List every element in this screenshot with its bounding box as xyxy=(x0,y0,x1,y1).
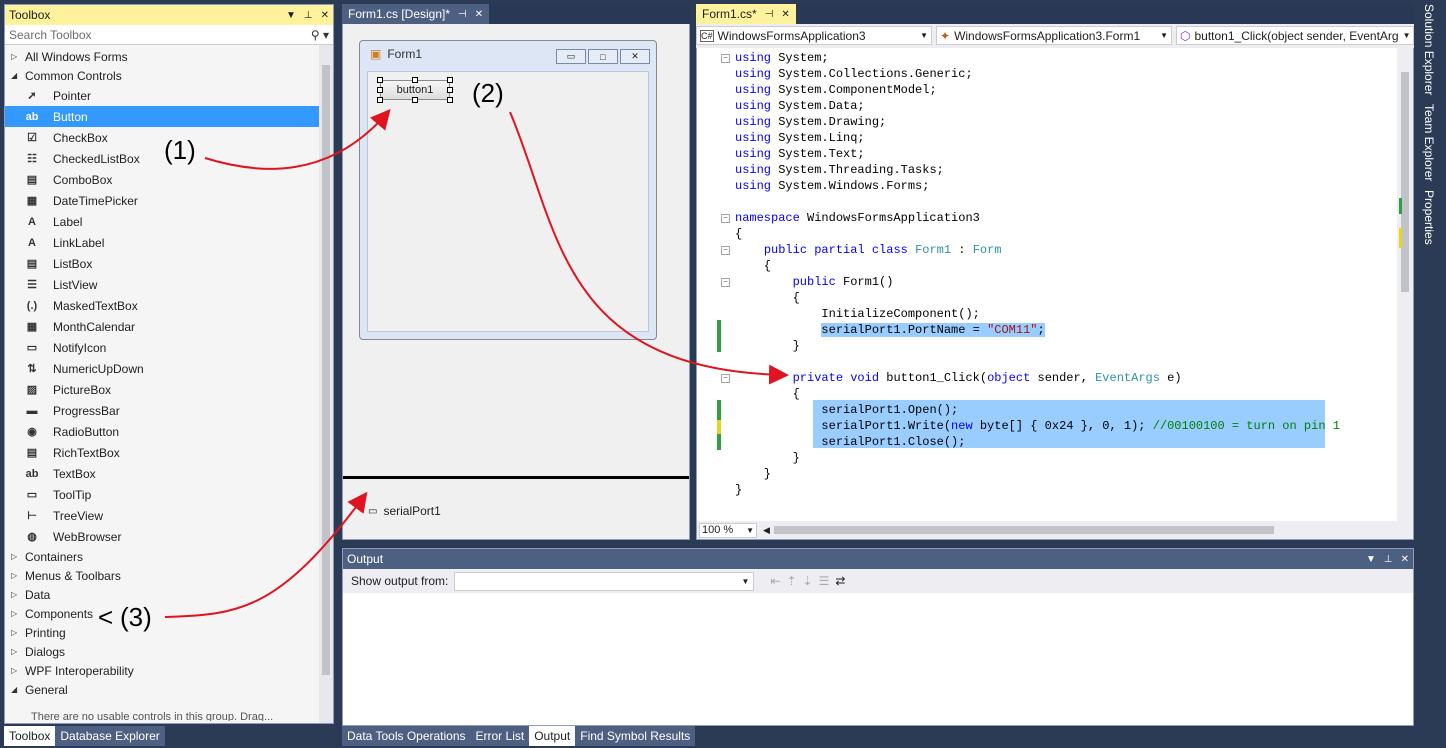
arrow-1 xyxy=(204,108,391,170)
annotation-arrows xyxy=(164,108,789,618)
arrow-2 xyxy=(509,111,789,385)
arrow-3 xyxy=(164,491,368,618)
